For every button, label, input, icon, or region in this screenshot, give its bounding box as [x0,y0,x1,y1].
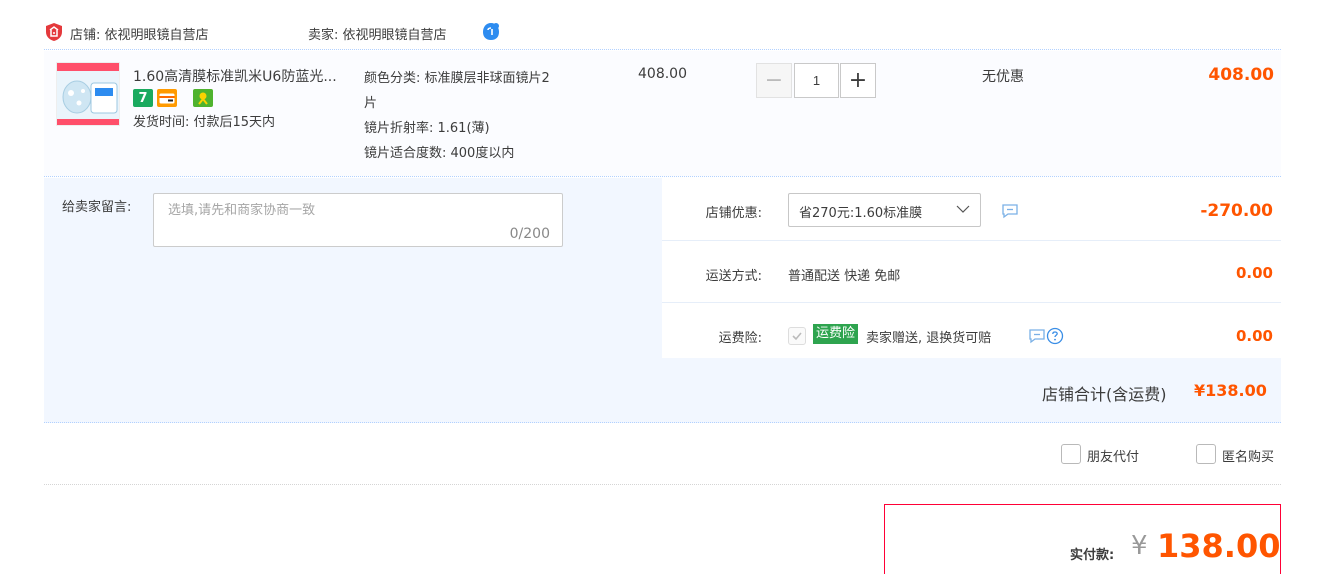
quantity-increase-button[interactable]: + [840,63,876,98]
quantity-decrease-button[interactable]: − [756,63,792,98]
coupon-selected: 省270元:1.60标准膜 [799,206,923,221]
seller-name[interactable]: 卖家: 依视明眼镜自营店 [308,24,447,43]
insurance-label: 运费险: [718,331,762,346]
shipping-method: 普通配送 快递 免邮 [788,269,901,284]
help-question-icon[interactable] [1046,327,1064,345]
coupon-row: 店铺优惠: 省270元:1.60标准膜 -270.00 [662,178,1281,241]
check-icon [792,332,802,341]
message-bubble-icon[interactable] [1001,203,1019,219]
shipping-amount: 0.00 [1235,264,1273,282]
divider [44,49,1281,50]
sku-color-cont: 片 [364,96,378,111]
sku-index: 镜片折射率: 1.61(薄) [364,121,490,136]
shop-name[interactable]: 店铺: 依视明眼镜自营店 [70,24,209,43]
insurance-checkbox[interactable] [788,327,806,345]
divider [44,484,1281,485]
item-discount: 无优惠 [982,69,1024,85]
ship-time: 发货时间: 付款后15天内 [133,115,276,130]
anonymous-checkbox[interactable] [1196,444,1216,464]
friend-pay-label[interactable]: 朋友代付 [1087,446,1139,465]
quantity-input[interactable] [794,63,839,98]
message-char-count: 0/200 [509,226,550,242]
shipping-label: 运送方式: [705,269,762,284]
payment-label: 实付款: [1070,548,1115,563]
chevron-down-icon [956,205,970,213]
message-bubble-icon[interactable] [1028,328,1046,344]
coupon-label: 店铺优惠: [705,206,762,221]
insurance-text: 卖家赠送, 退换货可赔 [866,331,992,346]
credit-card-icon [157,89,177,107]
product-title[interactable]: 1.60高清膜标准凯米U6防蓝光... [133,66,355,86]
store-total-label: 店铺合计(含运费) [1042,385,1167,404]
item-subtotal: 408.00 [1208,65,1274,85]
coupon-select[interactable]: 省270元:1.60标准膜 [788,193,981,227]
service-guarantee-icon [193,89,213,107]
insurance-tag: 运费险 [813,324,859,344]
currency-symbol: ¥ [1131,531,1148,561]
unit-price: 408.00 [638,66,687,82]
coupon-amount: -270.00 [1200,201,1273,221]
divider [44,422,1281,423]
message-field[interactable]: 0/200 [153,193,563,247]
friend-pay-checkbox[interactable] [1061,444,1081,464]
payment-amount: 138.00 [1157,527,1281,565]
sku-degree: 镜片适合度数: 400度以内 [364,146,515,161]
shop-shield-icon [46,23,62,41]
divider [44,176,1281,177]
insurance-amount: 0.00 [1235,327,1273,345]
sku-color: 颜色分类: 标准膜层非球面镜片2 [364,71,550,86]
message-label: 给卖家留言: [62,200,132,215]
store-total-value: ¥138.00 [1194,381,1267,400]
product-thumbnail[interactable] [56,62,120,126]
wangwang-chat-icon[interactable] [480,21,502,43]
message-input[interactable] [168,203,548,218]
shipping-row: 运送方式: 普通配送 快递 免邮 0.00 [662,241,1281,303]
order-settings-panel: 店铺优惠: 省270元:1.60标准膜 -270.00 运送方式: 普通配送 快… [662,178,1281,358]
anonymous-label[interactable]: 匿名购买 [1222,446,1274,465]
seven-day-return-badge: 7 [133,89,153,107]
